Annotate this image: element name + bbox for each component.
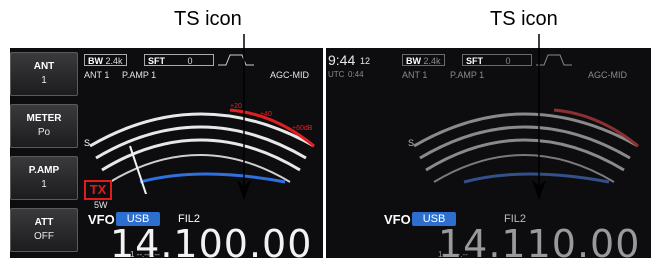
callout-arrows xyxy=(237,34,546,200)
